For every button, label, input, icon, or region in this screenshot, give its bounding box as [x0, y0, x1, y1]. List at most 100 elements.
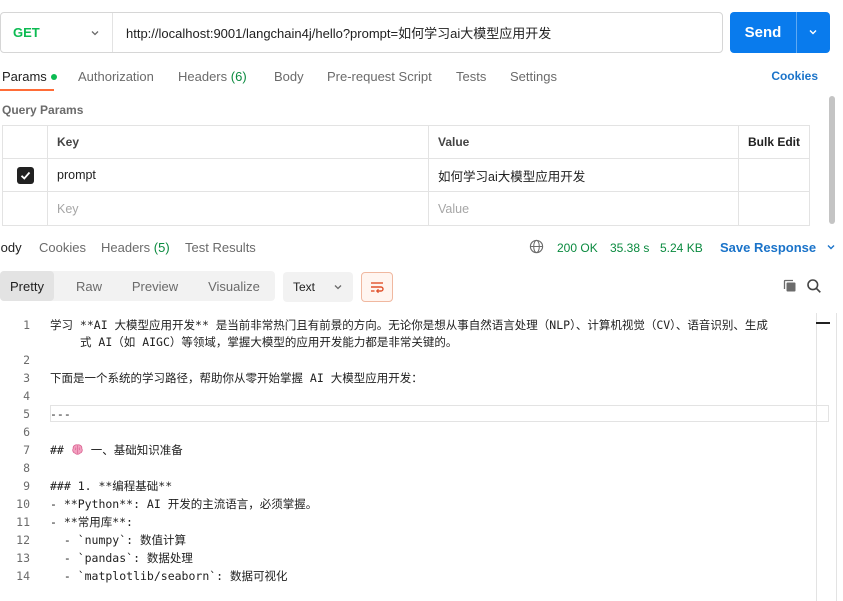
save-response-button[interactable]: Save Response — [720, 240, 836, 255]
tab-test-results[interactable]: Test Results — [185, 240, 256, 255]
code-line: 9 ### 1. **编程基础** — [0, 477, 816, 495]
chevron-down-icon — [827, 245, 835, 250]
tab-headers-count: (6) — [230, 69, 247, 84]
line-number: 10 — [16, 497, 30, 511]
params-scrollbar[interactable] — [829, 96, 835, 224]
param-key-input[interactable]: prompt — [48, 159, 429, 191]
response-time[interactable]: 35.38 s — [610, 241, 649, 255]
tab-params-label: Params — [2, 69, 47, 84]
active-tab-underline — [0, 89, 54, 91]
wrap-lines-button[interactable] — [361, 272, 393, 302]
status-code[interactable]: 200 OK — [557, 241, 598, 255]
line-number: 4 — [23, 389, 30, 403]
new-value-input[interactable]: Value — [429, 192, 739, 225]
row-check-cell — [3, 159, 48, 191]
table-row: prompt 如何学习ai大模型应用开发 — [3, 159, 809, 192]
line-number: 12 — [16, 533, 30, 547]
copy-icon[interactable] — [782, 278, 798, 294]
check-icon — [20, 171, 30, 180]
code-text: 式 AI（如 AIGC）等领域，掌握大模型的应用开发能力都是非常关键的。 — [80, 335, 458, 349]
tab-settings[interactable]: Settings — [510, 69, 557, 84]
tab-response-headers-count: (5) — [153, 240, 170, 255]
tab-body[interactable]: Body — [274, 69, 304, 84]
param-value-input[interactable]: 如何学习ai大模型应用开发 — [429, 159, 739, 191]
header-value: Value — [429, 126, 739, 158]
tab-authorization[interactable]: Authorization — [78, 69, 154, 84]
tab-prerequest-script[interactable]: Pre-request Script — [327, 69, 432, 84]
brain-emoji-icon — [72, 444, 83, 455]
line-number: 6 — [23, 425, 30, 439]
code-line: 4 — [0, 387, 816, 405]
cookies-link[interactable]: Cookies — [771, 69, 818, 83]
line-number: 2 — [23, 353, 30, 367]
line-number: 11 — [16, 515, 30, 529]
query-params-title: Query Params — [2, 103, 84, 117]
code-line: 13 - `pandas`: 数据处理 — [0, 549, 816, 567]
chevron-down-icon — [91, 30, 99, 35]
code-text: 学习 **AI 大模型应用开发** 是当前非常热门且有前景的方向。无论你是想从事… — [50, 318, 768, 332]
url-input[interactable]: http://localhost:9001/langchain4j/hello?… — [113, 23, 551, 42]
code-text: ## 一、基础知识准备 — [50, 441, 183, 459]
wrap-lines-icon — [371, 282, 384, 294]
code-text: - `pandas`: 数据处理 — [50, 551, 193, 565]
table-row: Key Value — [3, 192, 809, 225]
tab-response-body[interactable]: Body — [0, 240, 22, 255]
line-number: 13 — [16, 551, 30, 565]
tab-tests[interactable]: Tests — [456, 69, 486, 84]
code-line: 6 — [0, 423, 816, 441]
code-line: 7 ## 一、基础知识准备 — [0, 441, 816, 459]
heading-text: 一、基础知识准备 — [83, 443, 183, 457]
bulk-edit-button[interactable]: Bulk Edit — [739, 126, 809, 158]
request-bar: GET http://localhost:9001/langchain4j/he… — [0, 12, 723, 53]
search-icon[interactable] — [806, 278, 822, 294]
code-line: 10 - **Python**: AI 开发的主流语言，必须掌握。 — [0, 495, 816, 513]
send-button[interactable]: Send — [730, 12, 830, 53]
editor-scroll-marker[interactable] — [816, 322, 830, 324]
code-line: 2 — [0, 351, 816, 369]
tab-headers-label: Headers — [178, 69, 228, 84]
row-empty-cell — [739, 159, 809, 191]
current-line-highlight — [50, 405, 829, 422]
tab-headers[interactable]: Headers (6) — [178, 69, 247, 84]
view-pretty[interactable]: Pretty — [0, 271, 54, 301]
tab-response-cookies[interactable]: Cookies — [39, 240, 86, 255]
code-text: - `matplotlib/seaborn`: 数据可视化 — [50, 569, 288, 583]
row-check-cell — [3, 192, 48, 225]
format-select[interactable]: Text — [283, 272, 353, 302]
request-tabs: Params Authorization Headers (6) Body Pr… — [0, 62, 843, 92]
view-preview[interactable]: Preview — [124, 271, 186, 301]
editor-scroll-track — [816, 313, 817, 601]
param-checkbox[interactable] — [16, 166, 34, 184]
code-text: - `numpy`: 数值计算 — [50, 533, 187, 547]
code-line: 式 AI（如 AIGC）等领域，掌握大模型的应用开发能力都是非常关键的。 — [0, 333, 816, 351]
header-key: Key — [48, 126, 429, 158]
heading-marker: ## — [50, 443, 71, 457]
code-line: 1 学习 **AI 大模型应用开发** 是当前非常热门且有前景的方向。无论你是想从… — [0, 316, 816, 334]
view-visualize[interactable]: Visualize — [198, 271, 270, 301]
tab-response-headers[interactable]: Headers (5) — [101, 240, 170, 255]
code-line: 11 - **常用库**: — [0, 513, 816, 531]
response-body-editor[interactable]: 1 学习 **AI 大模型应用开发** 是当前非常热门且有前景的方向。无论你是想从… — [0, 313, 816, 601]
code-text: ### 1. **编程基础** — [50, 479, 173, 493]
header-check-cell — [3, 126, 48, 158]
format-label: Text — [293, 280, 316, 294]
new-key-input[interactable]: Key — [48, 192, 429, 225]
code-text: - **Python**: AI 开发的主流语言，必须掌握。 — [50, 497, 318, 511]
tab-params[interactable]: Params — [2, 69, 57, 84]
line-number: 14 — [16, 569, 30, 583]
response-size[interactable]: 5.24 KB — [660, 241, 703, 255]
globe-icon[interactable] — [529, 239, 544, 254]
view-raw[interactable]: Raw — [62, 271, 116, 301]
code-text: - **常用库**: — [50, 515, 133, 529]
response-tabs: Body Cookies Headers (5) Test Results 20… — [0, 236, 843, 260]
editor-scroll-edge — [836, 313, 837, 601]
chevron-down-icon — [334, 285, 342, 290]
params-table: Key Value Bulk Edit prompt 如何学习ai大模型应用开发… — [2, 125, 810, 226]
row-empty-cell — [739, 192, 809, 225]
send-options-chevron-icon[interactable] — [808, 27, 818, 37]
save-response-label: Save Response — [720, 240, 817, 255]
code-line: 12 - `numpy`: 数值计算 — [0, 531, 816, 549]
method-select[interactable]: GET — [1, 13, 113, 52]
send-divider — [796, 12, 797, 53]
code-text: 下面是一个系统的学习路径，帮助你从零开始掌握 AI 大模型应用开发： — [50, 371, 423, 385]
